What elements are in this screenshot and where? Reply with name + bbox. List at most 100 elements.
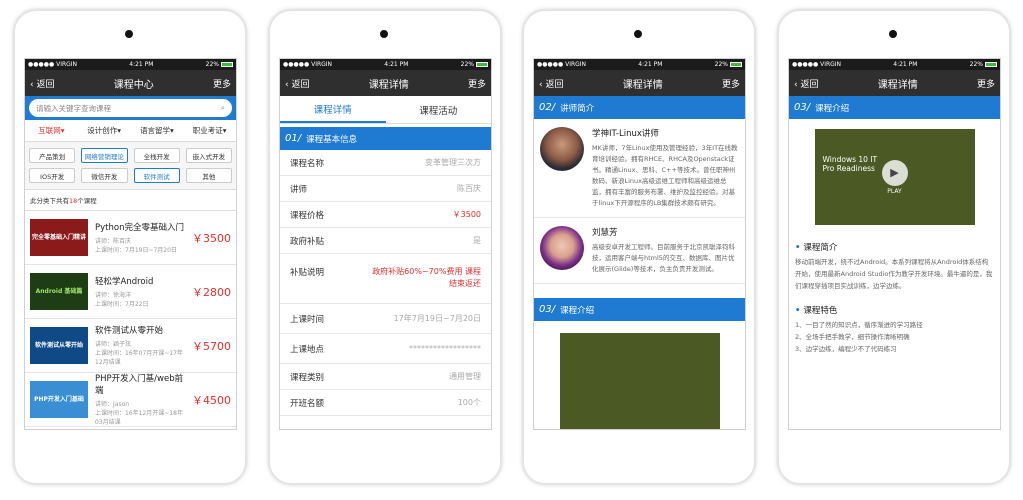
camera-dot (380, 30, 388, 38)
screen-teacher-intro: ●●●●● VIRGIN 4:21 PM 22% ‹ 返回 课程详情 更多 02… (533, 58, 746, 430)
intro-heading: • 课程简介 (795, 243, 838, 253)
phone-frame-teacher-intro: ●●●●● VIRGIN 4:21 PM 22% ‹ 返回 课程详情 更多 02… (523, 10, 755, 484)
course-thumbnail: PHP开发入门基础 (30, 381, 88, 418)
course-name: Python完全零基础入门 (95, 222, 184, 233)
battery-icon (984, 62, 997, 67)
status-bar: ●●●●● VIRGIN 4:21 PM 22% (280, 59, 491, 70)
more-button[interactable]: 更多 (977, 77, 995, 90)
status-bar: ●●●●● VIRGIN 4:21 PM 22% (789, 59, 1000, 70)
tag-product[interactable]: 产品策划 (29, 148, 76, 163)
camera-dot (125, 30, 133, 38)
category-internet[interactable]: 互联网▾ (25, 120, 78, 141)
tag-ios[interactable]: IOS开发 (29, 168, 76, 183)
course-price: ￥2800 (192, 285, 231, 299)
search-input[interactable]: 请输入关键字查询课程 ⌕ (29, 99, 232, 117)
course-time: 上课时间：16年07月开课~17年12月结课 (95, 350, 183, 366)
time-label: 4:21 PM (384, 61, 409, 68)
page-title: 课程中心 (113, 79, 154, 91)
carrier-label: ●●●●● VIRGIN (792, 61, 842, 68)
teacher-card: 学神IT-Linux讲师 MK讲师，7年Linux使用及管理经验，3年IT在线教育… (534, 119, 745, 218)
camera-dot (889, 30, 897, 38)
tag-embedded[interactable]: 嵌入式开发 (185, 148, 232, 163)
course-item[interactable]: Android 基础篇 轻松学Android 讲师：徐海洋 上课时间：7月22日 ￥… (25, 265, 236, 319)
battery-indicator: 22% (970, 61, 997, 68)
search-icon[interactable]: ⌕ (221, 103, 225, 113)
page-title: 课程详情 (368, 79, 409, 91)
course-item[interactable]: PHP开发入门基础 PHP开发入门基/web前端 讲师：Jason 上课时间：16年… (25, 373, 236, 427)
play-icon[interactable]: ▶ (881, 159, 908, 186)
nav-bar: ‹ 返回 课程详情 更多 (534, 70, 745, 96)
back-button[interactable]: ‹ 返回 (285, 77, 309, 90)
info-row: 课程价格 ￥3500 (280, 202, 491, 228)
tab-course-detail[interactable]: 课程详情 (280, 96, 386, 123)
time-label: 4:21 PM (129, 61, 154, 68)
category-language[interactable]: 语言留学▾ (131, 120, 184, 141)
tag-wechat[interactable]: 微信开发 (81, 168, 128, 183)
more-button[interactable]: 更多 (213, 77, 231, 90)
course-teacher: 讲师：徐海洋 (95, 291, 132, 299)
course-time: 上课时间：16年12月开课~18年03月结课 (95, 410, 183, 426)
section-header: 02/讲师简介 (534, 96, 745, 119)
tag-other[interactable]: 其他 (185, 168, 232, 183)
back-button[interactable]: ‹ 返回 (794, 77, 818, 90)
course-teacher: 讲师：颖子玹 (95, 341, 132, 348)
nav-bar: ‹ 返回 课程详情 更多 (789, 70, 1000, 96)
teacher-card: 刘慧芳高级安卓开发工程师。目前服务于北京凯聪泽钧科技，运用客户端与html5的交… (534, 218, 745, 284)
teacher-desc: 高级安卓开发工程师。目前服务于北京凯聪泽钧科技，运用客户端与html5的交互、数… (592, 243, 735, 273)
info-row: 课程类别 通用管理 (280, 364, 491, 390)
battery-indicator: 22% (206, 61, 233, 68)
course-price: ￥3500 (192, 231, 231, 245)
time-label: 4:21 PM (893, 61, 918, 68)
section-header: 03/课程介绍 (789, 96, 1000, 119)
course-thumbnail: 完全零基础入门精讲 (30, 219, 88, 256)
section-header: 03/课程介绍 (534, 298, 745, 321)
course-name: 轻松学Android (95, 276, 154, 287)
screen-course-detail: ●●●●● VIRGIN 4:21 PM 22% ‹ 返回 课程详情 更多 课程… (279, 58, 492, 430)
back-button[interactable]: ‹ 返回 (30, 77, 54, 90)
teacher-name: 学神IT-Linux讲师 (592, 129, 659, 139)
course-time: 上课时间：7月19日~7月20日 (95, 246, 177, 254)
carrier-label: ●●●●● VIRGIN (537, 61, 587, 68)
course-price: ￥5700 (192, 339, 231, 353)
teacher-avatar (540, 127, 584, 171)
tag-fullstack[interactable]: 全栈开发 (133, 148, 180, 163)
course-time: 上课时间：7月22日 (95, 300, 149, 308)
play-label: PLAY (887, 187, 902, 195)
course-teacher: 讲师：陈百庆 (95, 237, 132, 245)
tag-testing[interactable]: 软件测试 (133, 168, 180, 183)
course-item[interactable]: 完全零基础入门精讲 Python完全零基础入门 讲师：陈百庆 上课时间：7月19日~… (25, 211, 236, 265)
search-placeholder: 请输入关键字查询课程 (36, 103, 111, 113)
teacher-name: 刘慧芳 (592, 228, 618, 238)
battery-icon (729, 62, 742, 67)
camera-dot (634, 30, 642, 38)
tab-course-activity[interactable]: 课程活动 (386, 96, 492, 123)
info-row: 上课地点 ****************** (280, 334, 491, 364)
more-button[interactable]: 更多 (722, 77, 740, 90)
section-header: 01/课程基本信息 (280, 127, 491, 150)
category-certification[interactable]: 职业考证▾ (183, 120, 236, 141)
course-video-thumbnail[interactable] (559, 333, 720, 429)
time-label: 4:21 PM (638, 61, 663, 68)
category-design[interactable]: 设计创作▾ (78, 120, 131, 141)
course-video-player[interactable]: Windows 10 IT Pro Readiness ▶ PLAY (814, 129, 975, 225)
course-thumbnail: 软件测试从零开始 (30, 327, 88, 364)
course-price: ￥4500 (192, 393, 231, 407)
nav-bar: ‹ 返回 课程中心 更多 (25, 70, 236, 96)
page-title: 课程详情 (622, 79, 663, 91)
info-row: 讲师 陈百庆 (280, 176, 491, 202)
phone-frame-course-intro: ●●●●● VIRGIN 4:21 PM 22% ‹ 返回 课程详情 更多 03… (778, 10, 1010, 484)
intro-text: 移动前端开发，绕不过Android。本系列课程将从Android体系结构开始，使… (795, 258, 993, 290)
feature-item: 2、全场手把手教学，细节操作清晰明确 (795, 333, 910, 341)
course-item[interactable]: 软件测试从零开始 软件测试从零开始 讲师：颖子玹 上课时间：16年07月开课~17年… (25, 319, 236, 373)
battery-indicator: 22% (461, 61, 488, 68)
status-bar: ●●●●● VIRGIN 4:21 PM 22% (534, 59, 745, 70)
info-row: 课程名称 变革管理三次方 (280, 150, 491, 176)
course-teacher: 讲师：Jason (95, 401, 130, 408)
carrier-label: ●●●●● VIRGIN (283, 61, 333, 68)
more-button[interactable]: 更多 (468, 77, 486, 90)
info-row: 开班名额 100个 (280, 390, 491, 416)
carrier-label: ●●●●● VIRGIN (28, 61, 78, 68)
tag-marketing[interactable]: 网络营销理论 (81, 148, 128, 163)
battery-indicator: 22% (715, 61, 742, 68)
back-button[interactable]: ‹ 返回 (539, 77, 563, 90)
